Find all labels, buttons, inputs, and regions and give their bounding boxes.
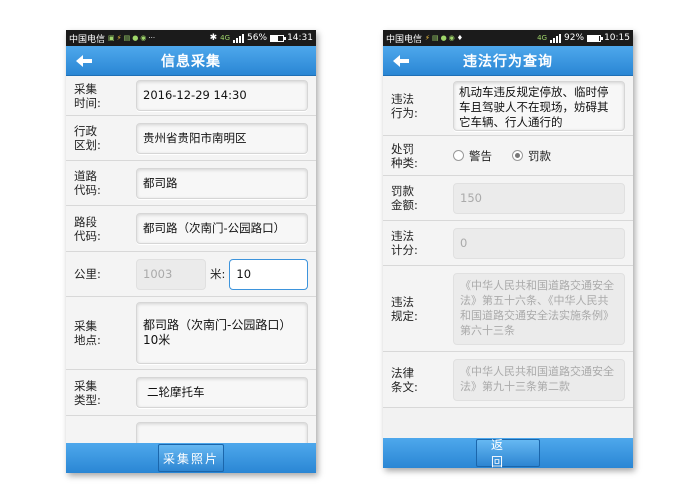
road-code-row: 道路 代码: 都司路 [66, 161, 316, 206]
collect-time-field[interactable]: 2016-12-29 14:30 [136, 80, 308, 111]
next-row-partial [66, 416, 316, 453]
bottom-bar: 返回 [383, 438, 633, 468]
signal-icon [550, 33, 562, 43]
section-code-row: 路段 代码: 都司路（次南门-公园路口） [66, 206, 316, 252]
penalty-radio-group: 警告 罚款 [453, 148, 571, 164]
section-code-field[interactable]: 都司路（次南门-公园路口） [136, 213, 308, 244]
rule-label: 违法 规定: [391, 294, 418, 323]
battery-percent: 56% [247, 33, 268, 43]
app-icon: ● [132, 34, 139, 42]
bottom-bar: 采集照片 [66, 443, 316, 473]
page-title: 违法行为查询 [463, 53, 553, 70]
district-label: 行政 区划: [74, 124, 101, 152]
more-icon: ··· [148, 34, 156, 42]
collect-time-label: 采集 时间: [74, 81, 101, 110]
violation-field[interactable]: 机动车违反规定停放、临时停车且驾驶人不在现场，妨碍其它车辆、行人通行的 [453, 80, 625, 131]
violation-query-screen: 中国电信 ⚡ ▤ ● ◉ ♦ 4G 92% 10:15 违法行为查询 违法 行为… [383, 30, 633, 468]
header-bar: 信息采集 [66, 46, 316, 76]
carrier-name: 中国电信 [386, 34, 423, 45]
flash-icon: ⚡ [425, 34, 430, 42]
meter-input[interactable]: 10 [229, 258, 308, 290]
status-bar: 中国电信 ⚡ ▤ ● ◉ ♦ 4G 92% 10:15 [383, 30, 633, 46]
collect-type-select[interactable]: 二轮摩托车 [136, 377, 308, 408]
penalty-option-label: 警告 [469, 148, 492, 163]
fine-field: 150 [453, 182, 625, 214]
notification-icons: ▣ ⚡ ▤ ● ◉ ··· [108, 34, 210, 42]
location-row: 采集 地点: 都司路（次南门-公园路口）10米 [66, 297, 316, 370]
wechat-icon: ◉ [140, 34, 147, 42]
status-bar: 中国电信 ▣ ⚡ ▤ ● ◉ ··· ✱ 4G 56% 14:31 [66, 30, 316, 46]
section-code-label: 路段 代码: [74, 214, 101, 243]
location-field[interactable]: 都司路（次南门-公园路口）10米 [136, 302, 308, 364]
app-icon: ● [440, 34, 447, 42]
law-row: 法律 条文: 《中华人民共和国道路交通安全法》第九十三条第二款 [383, 352, 633, 408]
law-label: 法律 条文: [391, 365, 418, 394]
radio-icon[interactable] [453, 150, 464, 161]
fine-label: 罚款 金额: [391, 184, 418, 212]
points-field: 0 [453, 227, 625, 259]
collection-form: 采集 时间: 2016-12-29 14:30 行政 区划: 贵州省贵阳市南明区… [66, 76, 316, 453]
rule-row: 违法 规定: 《中华人民共和国道路交通安全法》第五十六条、《中华人民共和国道路交… [383, 266, 633, 352]
gallery-icon: ▣ [108, 34, 115, 42]
message-icon: ▤ [123, 34, 131, 42]
battery-icon [270, 34, 287, 42]
km-label: 公里: [74, 267, 101, 281]
collect-type-row: 采集 类型: 二轮摩托车 [66, 370, 316, 416]
meter-label: 米: [210, 267, 226, 281]
message-icon: ▤ [431, 34, 439, 42]
distance-row: 公里: 1003 米: 10 [66, 252, 316, 297]
radio-icon[interactable] [512, 150, 523, 161]
points-label: 违法 计分: [391, 229, 418, 257]
clock: 10:15 [604, 33, 630, 43]
network-type: 4G [537, 34, 548, 42]
page-title: 信息采集 [161, 53, 221, 70]
violation-row: 违法 行为: 机动车违反规定停放、临时停车且驾驶人不在现场，妨碍其它车辆、行人通… [383, 76, 633, 136]
clock: 14:31 [287, 33, 313, 43]
penalty-option-1[interactable]: 罚款 [512, 148, 551, 164]
violation-form: 违法 行为: 机动车违反规定停放、临时停车且驾驶人不在现场，妨碍其它车辆、行人通… [383, 76, 633, 408]
carrier-name: 中国电信 [69, 34, 106, 45]
back-arrow-icon[interactable] [391, 52, 411, 70]
battery-percent: 92% [564, 33, 585, 43]
info-collection-screen: 中国电信 ▣ ⚡ ▤ ● ◉ ··· ✱ 4G 56% 14:31 信息采集 采… [66, 30, 316, 473]
signal-icon [233, 33, 245, 43]
road-code-label: 道路 代码: [74, 169, 101, 197]
penalty-type-row: 处罚 种类: 警告 罚款 [383, 136, 633, 176]
district-row: 行政 区划: 贵州省贵阳市南明区 [66, 116, 316, 161]
rule-field: 《中华人民共和国道路交通安全法》第五十六条、《中华人民共和国道路交通安全法实施条… [453, 272, 625, 345]
notification-icons: ⚡ ▤ ● ◉ ♦ [425, 34, 537, 42]
collect-time-row: 采集 时间: 2016-12-29 14:30 [66, 76, 316, 116]
penalty-option-0[interactable]: 警告 [453, 148, 492, 164]
km-field: 1003 [136, 258, 206, 290]
network-type: 4G [220, 34, 231, 42]
fine-row: 罚款 金额: 150 [383, 176, 633, 221]
violation-label: 违法 行为: [391, 91, 418, 120]
return-button[interactable]: 返回 [476, 438, 540, 468]
collect-type-label: 采集 类型: [74, 378, 101, 407]
district-field[interactable]: 贵州省贵阳市南明区 [136, 122, 308, 154]
header-bar: 违法行为查询 [383, 46, 633, 76]
road-code-field[interactable]: 都司路 [136, 167, 308, 199]
location-pin-icon: ♦ [456, 34, 464, 42]
battery-icon [587, 34, 604, 42]
law-field: 《中华人民共和国道路交通安全法》第九十三条第二款 [453, 358, 625, 401]
penalty-type-label: 处罚 种类: [391, 141, 418, 170]
penalty-option-label: 罚款 [528, 148, 551, 163]
flash-icon: ⚡ [116, 34, 122, 42]
bluetooth-icon: ✱ [209, 33, 218, 43]
collect-photo-button[interactable]: 采集照片 [158, 444, 224, 472]
location-label: 采集 地点: [74, 319, 101, 347]
back-arrow-icon[interactable] [74, 52, 94, 70]
wechat-icon: ◉ [448, 34, 455, 42]
points-row: 违法 计分: 0 [383, 221, 633, 266]
